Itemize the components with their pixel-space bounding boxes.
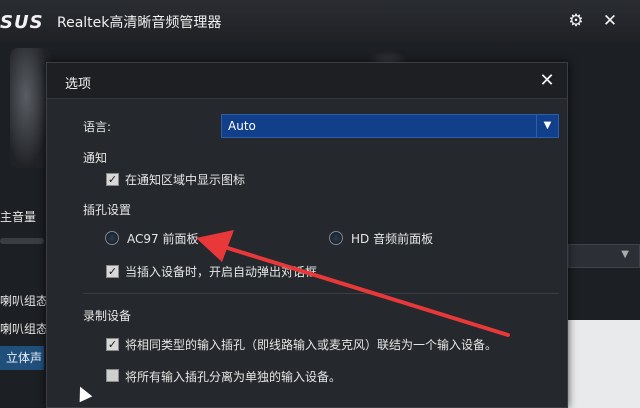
annotation-arrow	[196, 230, 510, 337]
